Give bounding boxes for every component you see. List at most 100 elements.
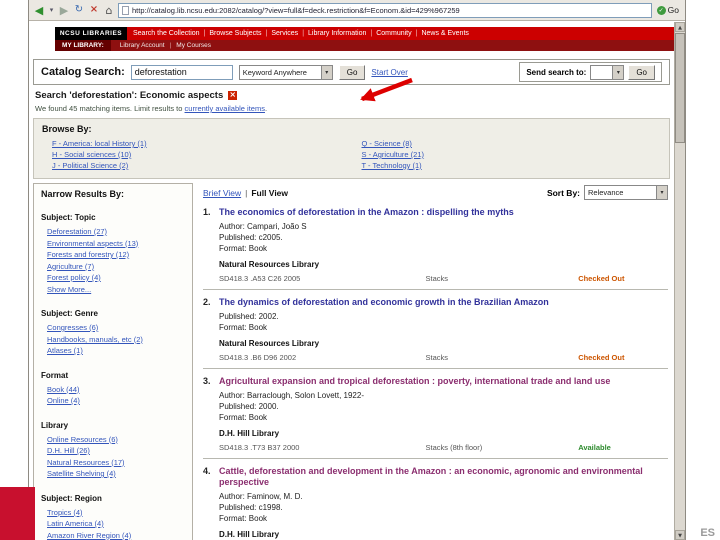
result-item: 3. Agricultural expansion and tropical d… <box>203 376 668 459</box>
forward-icon[interactable]: ▶ <box>58 5 70 16</box>
facet-link[interactable]: Online Resources (6) <box>47 434 147 446</box>
facet-link[interactable]: Atlases (1) <box>47 345 147 357</box>
facet-link[interactable]: Handbooks, manuals, etc (2) <box>47 334 147 346</box>
result-divider <box>203 289 668 290</box>
result-number: 3. <box>203 376 211 386</box>
scroll-up-icon[interactable]: ▲ <box>675 22 685 32</box>
call-number: SD418.3 .B6 D96 2002 <box>219 353 297 362</box>
result-field: Author: Barraclough, Solon Lovett, 1922- <box>219 391 364 400</box>
start-over-link[interactable]: Start Over <box>371 68 407 77</box>
facet-link[interactable]: Environmental aspects (13) <box>47 238 147 250</box>
result-field: Format: Book <box>219 413 268 422</box>
facet-link[interactable]: Latin America (4) <box>47 518 147 530</box>
result-field: Format: Book <box>219 323 268 332</box>
sort-value: Relevance <box>588 188 624 197</box>
show-more-link[interactable]: Show More... <box>47 284 147 296</box>
facet-heading: Subject: Topic <box>41 213 96 222</box>
search-go-button[interactable]: Go <box>338 64 366 80</box>
search-input[interactable] <box>130 64 233 80</box>
results-layout: Narrow Results By: Subject: Topic Defore… <box>33 183 670 540</box>
result-field: Published: c2005. <box>219 233 283 242</box>
facet-link[interactable]: Congresses (6) <box>47 322 147 334</box>
page-icon <box>122 5 129 15</box>
result-field: Published: 2002. <box>219 312 279 321</box>
stop-icon[interactable]: × <box>88 5 100 15</box>
nav-item-my-courses[interactable]: My Courses <box>165 42 211 49</box>
result-number: 1. <box>203 207 211 217</box>
browse-link-h[interactable]: H - Social sciences (10) <box>52 149 131 160</box>
nav-item-services[interactable]: Services <box>262 30 298 37</box>
nav-item-news-events[interactable]: News & Events <box>412 30 468 37</box>
nav-item-library-account[interactable]: Library Account <box>120 42 165 49</box>
facet-link[interactable]: Natural Resources (17) <box>47 457 147 469</box>
nav-item-community[interactable]: Community <box>366 30 411 37</box>
search-scope-select[interactable]: Keyword Anywhere ▾ <box>238 64 333 80</box>
available-items-link[interactable]: currently available items <box>185 104 265 113</box>
facet-link[interactable]: Deforestation (27) <box>47 226 147 238</box>
remove-filter-icon[interactable]: × <box>228 91 238 100</box>
browse-column-1: F - America: local History (1) H - Socia… <box>42 138 352 171</box>
library-name: D.H. Hill Library <box>219 429 280 438</box>
facet-link[interactable]: Forests and forestry (12) <box>47 249 147 261</box>
facet-link[interactable]: Satellite Shelving (4) <box>47 468 147 480</box>
search-summary: Search 'deforestation': Economic aspects… <box>33 90 670 113</box>
result-item: 1. The economics of deforestation in the… <box>203 207 668 290</box>
send-search-select[interactable]: ▾ <box>590 64 625 80</box>
result-divider <box>203 368 668 369</box>
narrow-results-title: Narrow Results By: <box>41 189 125 199</box>
back-dropdown-icon[interactable]: ▾ <box>48 6 55 14</box>
brief-view-link[interactable]: Brief View <box>203 188 241 198</box>
browse-link-s[interactable]: S - Agriculture (21) <box>362 149 425 160</box>
address-bar[interactable]: http://catalog.lib.ncsu.edu:2082/catalog… <box>118 2 652 18</box>
browse-by-title: Browse By: <box>42 124 92 134</box>
library-name: D.H. Hill Library <box>219 530 280 539</box>
nav-item-browse-subjects[interactable]: Browse Subjects <box>200 30 261 37</box>
status-badge: Checked Out <box>578 353 625 362</box>
result-field: Published: 2000. <box>219 402 279 411</box>
result-title-link[interactable]: Cattle, deforestation and development in… <box>219 466 668 488</box>
facet-link[interactable]: Online (4) <box>47 395 147 407</box>
scrollbar-thumb[interactable] <box>675 33 685 143</box>
slide-accent-block <box>0 487 35 540</box>
browse-link-f[interactable]: F - America: local History (1) <box>52 138 147 149</box>
result-title-link[interactable]: The dynamics of deforestation and econom… <box>219 297 668 308</box>
slide-footer-fragment: ES <box>700 527 715 539</box>
nav-item-search-collection[interactable]: Search the Collection <box>133 30 200 37</box>
facet-link[interactable]: Tropics (4) <box>47 507 147 519</box>
home-icon[interactable]: ⌂ <box>103 5 115 16</box>
scroll-down-icon[interactable]: ▼ <box>675 530 685 540</box>
page-scrollbar[interactable]: ▲ ▼ <box>674 22 685 540</box>
ncsu-libraries-logo[interactable]: NCSU LIBRARIES <box>55 27 127 40</box>
facet-link[interactable]: Book (44) <box>47 384 147 396</box>
sort-select[interactable]: Relevance ▾ <box>584 185 668 200</box>
facet-link[interactable]: Agriculture (7) <box>47 261 147 273</box>
facet-section-subject-topic: Subject: Topic Deforestation (27) Enviro… <box>41 213 185 295</box>
result-field: Format: Book <box>219 244 268 253</box>
chevron-down-icon: ▾ <box>656 186 667 199</box>
view-separator: | <box>245 187 248 198</box>
call-number: SD418.3 .A53 C26 2005 <box>219 274 301 283</box>
header-spacer <box>29 27 55 40</box>
results-header: Brief View | Full View Sort By: Relevanc… <box>203 185 668 200</box>
browse-link-t[interactable]: T - Technology (1) <box>362 160 422 171</box>
sort-by-label: Sort By: <box>546 187 580 198</box>
facet-section-library: Library Online Resources (6) D.H. Hill (… <box>41 421 185 480</box>
facet-link[interactable]: Forest policy (4) <box>47 272 147 284</box>
facet-section-format: Format Book (44) Online (4) <box>41 371 185 407</box>
url-text[interactable]: http://catalog.lib.ncsu.edu:2082/catalog… <box>132 6 460 15</box>
reload-icon[interactable]: ↻ <box>73 5 85 15</box>
facet-link[interactable]: D.H. Hill (26) <box>47 445 147 457</box>
send-go-button[interactable]: Go <box>628 64 655 80</box>
result-title-link[interactable]: Agricultural expansion and tropical defo… <box>219 376 668 387</box>
facet-link[interactable]: Amazon River Region (4) <box>47 530 147 540</box>
send-search-label: Send search to: <box>526 67 587 77</box>
browse-link-j[interactable]: J - Political Science (2) <box>52 160 128 171</box>
nav-item-library-information[interactable]: Library Information <box>298 30 366 37</box>
browser-go-button[interactable]: ✓ Go <box>655 5 681 15</box>
back-icon[interactable]: ◀ <box>33 5 45 16</box>
status-badge: Available <box>578 443 611 452</box>
slide: ◀ ▾ ▶ ↻ × ⌂ http://catalog.lib.ncsu.edu:… <box>0 0 720 540</box>
result-item: 2. The dynamics of deforestation and eco… <box>203 297 668 369</box>
browse-link-q[interactable]: Q - Science (8) <box>362 138 412 149</box>
result-title-link[interactable]: The economics of deforestation in the Am… <box>219 207 668 218</box>
